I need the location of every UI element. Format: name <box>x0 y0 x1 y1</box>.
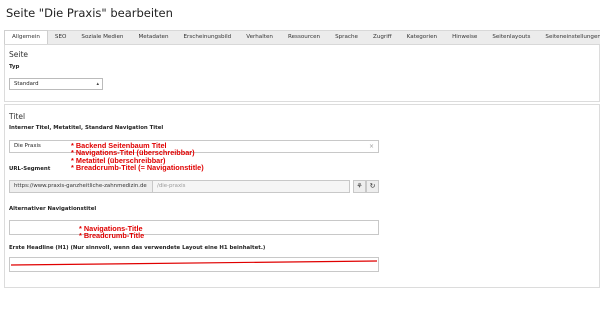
chevron-down-icon: ▴ <box>96 81 99 87</box>
title-input-value: Die Praxis <box>14 143 41 149</box>
url-prefix: https://www.praxis-ganzheitliche-zahnmed… <box>9 180 153 193</box>
tab-ressourcen[interactable]: Ressourcen <box>281 31 328 44</box>
tab-seo[interactable]: SEO <box>48 31 75 44</box>
typ-select[interactable]: Standard ▴ <box>9 78 103 90</box>
url-segment-label: URL-Segment <box>9 166 51 172</box>
tab-hinweise[interactable]: Hinweise <box>445 31 485 44</box>
tab-seiteneinstellungen[interactable]: Seiteneinstellungen <box>538 31 600 44</box>
tab-kategorien[interactable]: Kategorien <box>400 31 445 44</box>
titel-heading: Titel <box>9 112 26 121</box>
annotation-line: * Breadcrumb-Titel (= Navigationstitle) <box>71 163 204 173</box>
annotation-title-notes: * Backend Seitenbaum Titel * Navigations… <box>71 142 204 172</box>
tab-metadaten[interactable]: Metadaten <box>131 31 176 44</box>
url-segment-input[interactable]: /die-praxis <box>153 180 350 193</box>
tab-verhalten[interactable]: Verhalten <box>239 31 281 44</box>
alt-nav-title-label: Alternativer Navigationstitel <box>9 206 97 212</box>
clear-icon[interactable]: × <box>369 141 374 152</box>
tab-sprache[interactable]: Sprache <box>328 31 366 44</box>
typ-select-value: Standard <box>14 81 39 87</box>
tab-seitenlayouts[interactable]: Seitenlayouts <box>485 31 538 44</box>
seite-section: Seite Typ Standard ▴ <box>4 45 600 102</box>
tab-erscheinungsbild[interactable]: Erscheinungsbild <box>177 31 240 44</box>
titel-section: Titel Interner Titel, Metatitel, Standar… <box>4 104 600 288</box>
tab-zugriff[interactable]: Zugriff <box>366 31 400 44</box>
annotation-line: * Breadcrumb-Title <box>79 231 145 241</box>
seite-heading: Seite <box>9 50 29 59</box>
tab-bar: Allgemein SEO Soziale Medien Metadaten E… <box>4 30 600 45</box>
refresh-icon[interactable]: ↻ <box>366 180 379 193</box>
annotation-alt-notes: * Navigations-Title * Breadcrumb-Title <box>79 225 144 240</box>
internal-title-label: Interner Titel, Metatitel, Standard Navi… <box>9 125 164 131</box>
typ-label: Typ <box>9 64 20 70</box>
alt-nav-title-input[interactable] <box>9 220 379 235</box>
page-title: Seite "Die Praxis" bearbeiten <box>6 6 173 20</box>
red-underline <box>11 260 377 266</box>
toggle-edit-icon[interactable]: ⚘ <box>353 180 366 193</box>
h1-label: Erste Headline (H1) (Nur sinnvoll, wenn … <box>9 245 266 251</box>
tab-soziale-medien[interactable]: Soziale Medien <box>74 31 131 44</box>
tab-allgemein[interactable]: Allgemein <box>4 30 48 44</box>
